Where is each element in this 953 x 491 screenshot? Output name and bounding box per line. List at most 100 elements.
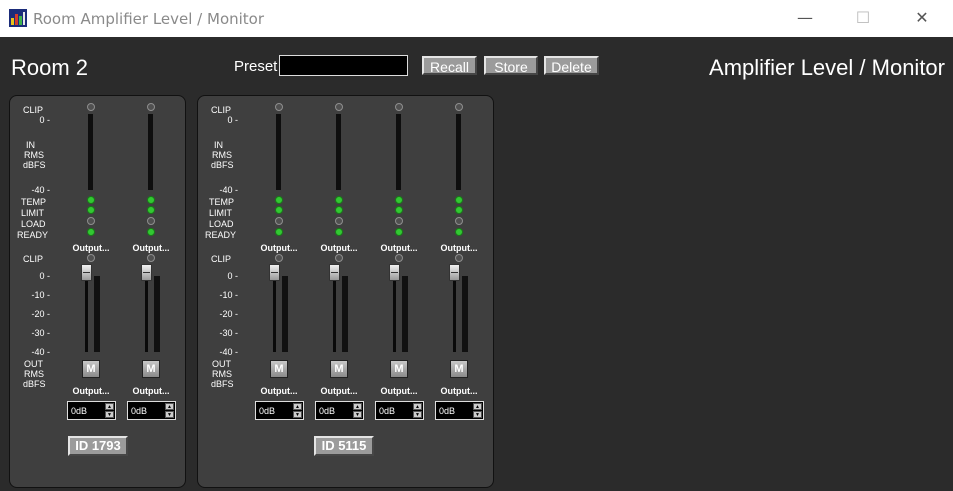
in-scale-bottom: -40 - [31,185,50,195]
gain-up-arrow[interactable]: ▲ [413,403,422,410]
input-meter [276,114,281,190]
label-column: CLIP 0 - IN RMS dBFS -40 - TEMP LIMIT LOAD READY C… [198,96,242,396]
gain-down-arrow[interactable]: ▼ [353,411,362,418]
input-channel-name: Output... [380,243,418,253]
mute-button[interactable]: M [330,360,348,378]
out-scale-tick: -20 - [31,309,50,319]
level-fader[interactable] [329,264,340,281]
dbfs-label: dBFS [23,160,46,170]
in-scale-bottom: -40 - [219,185,238,195]
mute-button[interactable]: M [390,360,408,378]
gain-value: 0dB [439,406,456,416]
clip-in-led [395,103,403,111]
mute-button[interactable]: M [450,360,468,378]
gain-up-arrow[interactable]: ▲ [105,403,114,410]
out-scale-tick: -30 - [219,328,238,338]
window-title: Room Amplifier Level / Monitor [33,10,265,28]
out-scale-tick: -30 - [31,328,50,338]
delete-button[interactable]: Delete [544,56,599,75]
clip-in-led [275,103,283,111]
amplifier-id-button[interactable]: ID 1793 [68,436,128,456]
input-meter [88,114,93,190]
load-label: LOAD [209,219,234,229]
output-channel-name: Output... [72,386,110,396]
ready-led [455,228,463,236]
out-dbfs-label: dBFS [211,379,234,389]
clip-out-led [395,254,403,262]
load-led [275,217,283,225]
gain-stepper[interactable]: 0dB ▲ ▼ [67,401,116,420]
amplifier-panel: CLIP 0 - IN RMS dBFS -40 - TEMP LIMIT LOAD READY C… [197,95,494,488]
store-button[interactable]: Store [484,56,538,75]
output-channel-name: Output... [440,386,478,396]
gain-stepper[interactable]: 0dB ▲ ▼ [315,401,364,420]
clip-in-led [87,103,95,111]
gain-down-arrow[interactable]: ▼ [105,411,114,418]
gain-up-arrow[interactable]: ▲ [473,403,482,410]
out-dbfs-label: dBFS [23,379,46,389]
output-meter [154,276,160,352]
limit-led [275,206,283,214]
limit-led [147,206,155,214]
load-label: LOAD [21,219,46,229]
input-channel-name: Output... [72,243,110,253]
preset-label: Preset [234,58,278,75]
gain-stepper[interactable]: 0dB ▲ ▼ [375,401,424,420]
input-channel-name: Output... [132,243,170,253]
minimize-button[interactable]: — [776,0,834,37]
level-fader[interactable] [449,264,460,281]
gain-down-arrow[interactable]: ▼ [293,411,302,418]
maximize-button[interactable]: ☐ [834,0,892,37]
output-channel-name: Output... [380,386,418,396]
room-title: Room 2 [11,55,89,80]
ready-led [335,228,343,236]
in-label: IN [214,140,223,150]
level-fader[interactable] [141,264,152,281]
mute-button[interactable]: M [142,360,160,378]
input-meter [396,114,401,190]
ready-led [395,228,403,236]
gain-value: 0dB [319,406,336,416]
mute-button[interactable]: M [270,360,288,378]
load-led [147,217,155,225]
channel-strip: Output... M Output... 0dB ▲ ▼ [10,96,176,420]
limit-label: LIMIT [21,208,45,218]
gain-down-arrow[interactable]: ▼ [413,411,422,418]
gain-down-arrow[interactable]: ▼ [473,411,482,418]
limit-led [395,206,403,214]
input-meter [148,114,153,190]
output-channel-name: Output... [260,386,298,396]
mute-button[interactable]: M [82,360,100,378]
temp-led [147,196,155,204]
gain-up-arrow[interactable]: ▲ [165,403,174,410]
gain-stepper[interactable]: 0dB ▲ ▼ [435,401,484,420]
out-label: OUT [24,359,43,369]
clip-out-led [147,254,155,262]
gain-down-arrow[interactable]: ▼ [165,411,174,418]
close-button[interactable]: ✕ [893,0,951,37]
level-fader[interactable] [269,264,280,281]
output-meter [94,276,100,352]
input-channel-name: Output... [260,243,298,253]
load-led [87,217,95,225]
preset-input[interactable] [279,55,408,76]
label-column: CLIP 0 - IN RMS dBFS -40 - TEMP LIMIT LOAD READY C… [10,96,54,396]
gain-up-arrow[interactable]: ▲ [353,403,362,410]
recall-button[interactable]: Recall [422,56,477,75]
gain-stepper[interactable]: 0dB ▲ ▼ [127,401,176,420]
level-fader[interactable] [389,264,400,281]
amplifier-id-button[interactable]: ID 5115 [314,436,374,456]
clip-out-led [87,254,95,262]
clip-out-led [335,254,343,262]
out-scale-tick: -10 - [31,290,50,300]
in-scale-top: 0 - [227,115,238,125]
temp-led [455,196,463,204]
gain-up-arrow[interactable]: ▲ [293,403,302,410]
temp-led [87,196,95,204]
output-meter [402,276,408,352]
gain-stepper[interactable]: 0dB ▲ ▼ [255,401,304,420]
in-scale-top: 0 - [39,115,50,125]
temp-led [335,196,343,204]
clip-out-label: CLIP [23,254,44,264]
level-fader[interactable] [81,264,92,281]
